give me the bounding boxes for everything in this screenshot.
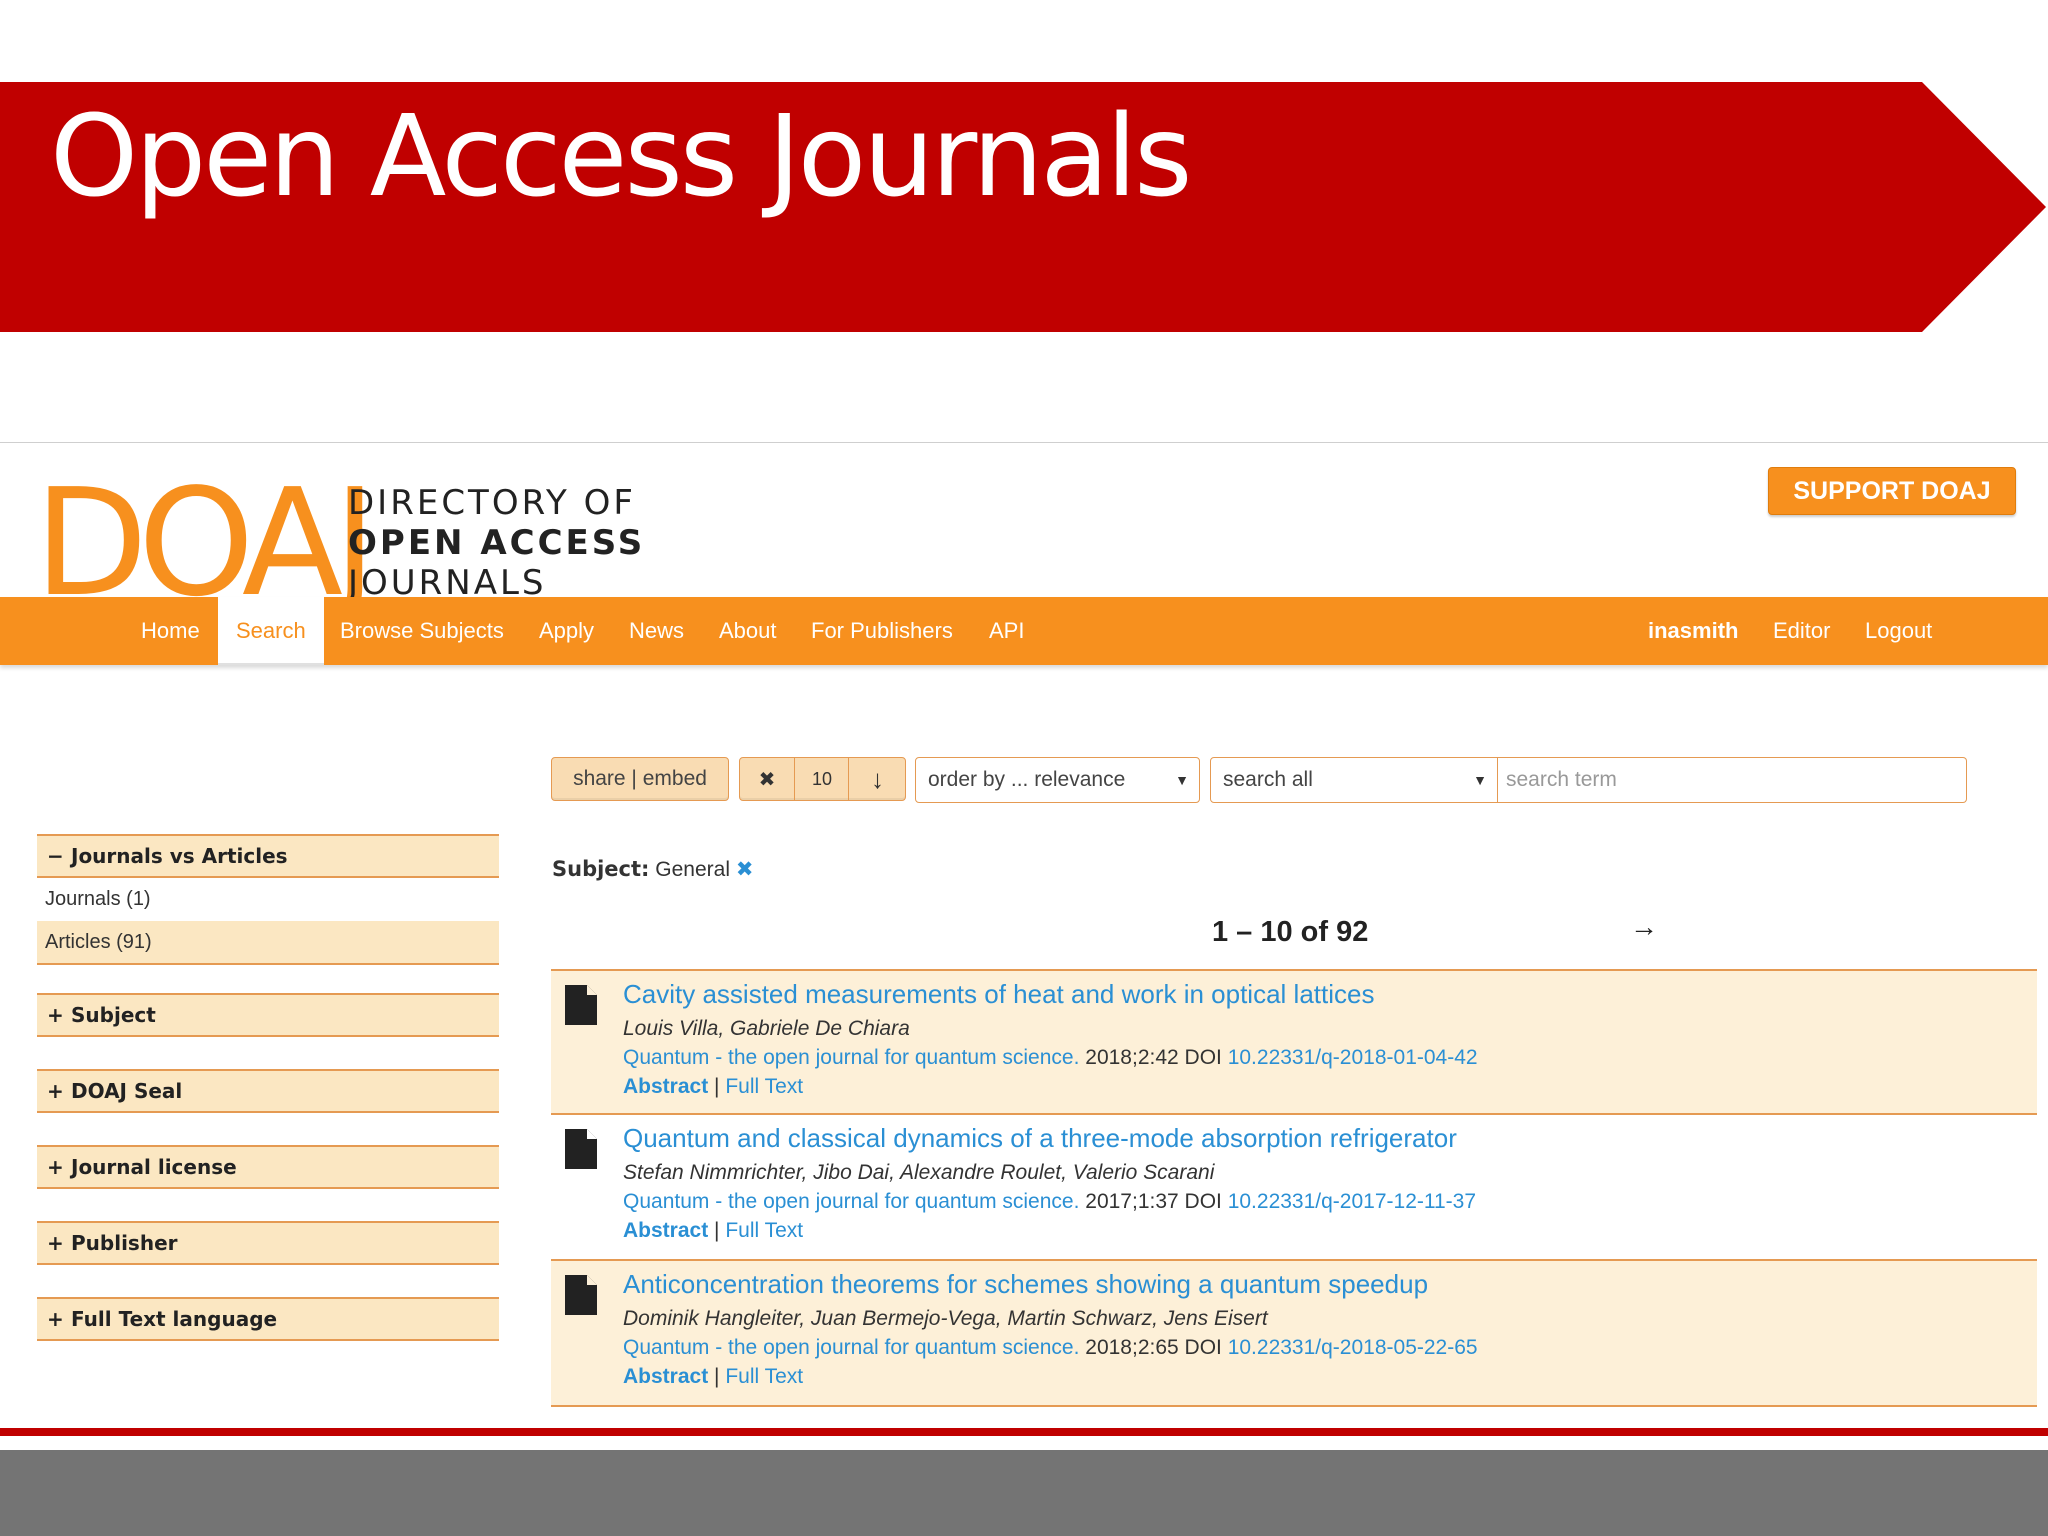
slide-title: Open Access Journals [50, 92, 1192, 222]
full-text-link[interactable]: Full Text [725, 1219, 803, 1242]
document-icon [565, 1129, 597, 1169]
facet-label: Publisher [71, 1231, 178, 1255]
logo-line-2: OPEN ACCESS [348, 523, 646, 563]
filter-key: Subject: [552, 857, 650, 881]
full-text-link[interactable]: Full Text [725, 1075, 803, 1098]
nav-user[interactable]: inasmith [1648, 597, 1738, 665]
citation-text: 2018;2:42 DOI [1079, 1046, 1228, 1069]
link-separator: | [708, 1365, 726, 1388]
facet-label: Subject [71, 1003, 156, 1027]
order-by-select[interactable]: order by ... relevance ▼ [915, 757, 1200, 803]
link-separator: | [708, 1075, 726, 1098]
nav-logout[interactable]: Logout [1865, 597, 1932, 665]
nav-for-publishers[interactable]: For Publishers [811, 597, 953, 665]
share-embed-button[interactable]: share | embed [551, 757, 729, 801]
main-nav: Home Search Browse Subjects Apply News A… [0, 597, 2048, 665]
doi-link[interactable]: 10.22331/q-2018-01-04-42 [1228, 1046, 1478, 1069]
result-citation: Quantum - the open journal for quantum s… [623, 1046, 1478, 1070]
facet-label: Journal license [71, 1155, 237, 1179]
facet-full-text-language[interactable]: + Full Text language [37, 1297, 499, 1341]
support-doaj-button[interactable]: SUPPORT DOAJ [1768, 467, 2016, 515]
collapse-icon: − [47, 844, 64, 868]
result-links: Abstract | Full Text [623, 1219, 803, 1243]
order-caret-icon: ▼ [1175, 772, 1189, 788]
facet-label: DOAJ Seal [71, 1079, 183, 1103]
sort-direction-icon[interactable]: ↓ [848, 758, 906, 800]
result-item: Cavity assisted measurements of heat and… [551, 969, 2037, 1115]
field-caret-icon: ▼ [1473, 772, 1487, 788]
journal-link[interactable]: Quantum - the open journal for quantum s… [623, 1336, 1079, 1359]
result-links: Abstract | Full Text [623, 1365, 803, 1389]
document-icon [565, 985, 597, 1025]
facet-journal-license[interactable]: + Journal license [37, 1145, 499, 1189]
order-by-value: order by ... relevance [928, 768, 1126, 791]
result-citation: Quantum - the open journal for quantum s… [623, 1336, 1478, 1360]
facet-label: Journals vs Articles [71, 844, 288, 868]
results-range: 1 – 10 of 92 [1212, 916, 1369, 948]
logo-wordmark: DIRECTORY OF OPEN ACCESS JOURNALS [348, 483, 645, 603]
expand-icon: + [47, 1307, 64, 1331]
facet-option-journals[interactable]: Journals (1) [37, 878, 499, 922]
result-title-link[interactable]: Cavity assisted measurements of heat and… [623, 979, 1374, 1010]
abstract-toggle[interactable]: Abstract [623, 1219, 708, 1242]
nav-apply[interactable]: Apply [539, 597, 594, 665]
result-citation: Quantum - the open journal for quantum s… [623, 1190, 1476, 1214]
doi-link[interactable]: 10.22331/q-2017-12-11-37 [1228, 1190, 1476, 1213]
facet-publisher[interactable]: + Publisher [37, 1221, 499, 1265]
facet-doaj-seal[interactable]: + DOAJ Seal [37, 1069, 499, 1113]
result-title-link[interactable]: Quantum and classical dynamics of a thre… [623, 1123, 1457, 1154]
clear-search-icon[interactable]: ✖ [740, 758, 794, 800]
citation-text: 2018;2:65 DOI [1079, 1336, 1228, 1359]
results-controls-group: ✖ 10 ↓ [739, 757, 906, 801]
abstract-toggle[interactable]: Abstract [623, 1365, 708, 1388]
result-authors: Louis Villa, Gabriele De Chiara [623, 1017, 910, 1040]
nav-editor[interactable]: Editor [1773, 597, 1830, 665]
link-separator: | [708, 1219, 726, 1242]
facet-label: Full Text language [71, 1307, 278, 1331]
result-authors: Stefan Nimmrichter, Jibo Dai, Alexandre … [623, 1161, 1215, 1184]
nav-news[interactable]: News [629, 597, 684, 665]
search-term-input[interactable] [1498, 757, 1967, 803]
result-title-link[interactable]: Anticoncentration theorems for schemes s… [623, 1269, 1428, 1300]
remove-filter-icon[interactable]: ✖ [736, 858, 754, 881]
abstract-toggle[interactable]: Abstract [623, 1075, 708, 1098]
result-links: Abstract | Full Text [623, 1075, 803, 1099]
expand-icon: + [47, 1079, 64, 1103]
nav-home[interactable]: Home [141, 597, 200, 665]
facet-option-articles[interactable]: Articles (91) [37, 921, 499, 965]
active-subject-filter: Subject: General ✖ [552, 857, 753, 882]
journal-link[interactable]: Quantum - the open journal for quantum s… [623, 1046, 1079, 1069]
doaj-page: DOAJ DIRECTORY OF OPEN ACCESS JOURNALS S… [0, 442, 2048, 1423]
footer-grey-band [0, 1450, 2048, 1536]
page-size-button[interactable]: 10 [794, 758, 849, 800]
filter-value: General [655, 858, 730, 881]
journal-link[interactable]: Quantum - the open journal for quantum s… [623, 1190, 1079, 1213]
result-item: Quantum and classical dynamics of a thre… [551, 1115, 2037, 1261]
facet-subject[interactable]: + Subject [37, 993, 499, 1037]
expand-icon: + [47, 1003, 64, 1027]
nav-about[interactable]: About [719, 597, 777, 665]
result-item: Anticoncentration theorems for schemes s… [551, 1261, 2037, 1407]
nav-api[interactable]: API [989, 597, 1024, 665]
full-text-link[interactable]: Full Text [725, 1365, 803, 1388]
search-field-value: search all [1223, 768, 1313, 791]
search-field-select[interactable]: search all ▼ [1210, 757, 1498, 803]
facet-journals-vs-articles[interactable]: − Journals vs Articles [37, 834, 499, 878]
next-page-icon[interactable]: → [1630, 911, 1658, 943]
citation-text: 2017;1:37 DOI [1079, 1190, 1228, 1213]
document-icon [565, 1275, 597, 1315]
result-authors: Dominik Hangleiter, Juan Bermejo-Vega, M… [623, 1307, 1268, 1330]
footer-red-rule [0, 1428, 2048, 1436]
doi-link[interactable]: 10.22331/q-2018-05-22-65 [1228, 1336, 1478, 1359]
expand-icon: + [47, 1231, 64, 1255]
logo-line-1: DIRECTORY OF [348, 483, 636, 523]
nav-search[interactable]: Search [218, 597, 324, 665]
expand-icon: + [47, 1155, 64, 1179]
nav-browse-subjects[interactable]: Browse Subjects [340, 597, 504, 665]
